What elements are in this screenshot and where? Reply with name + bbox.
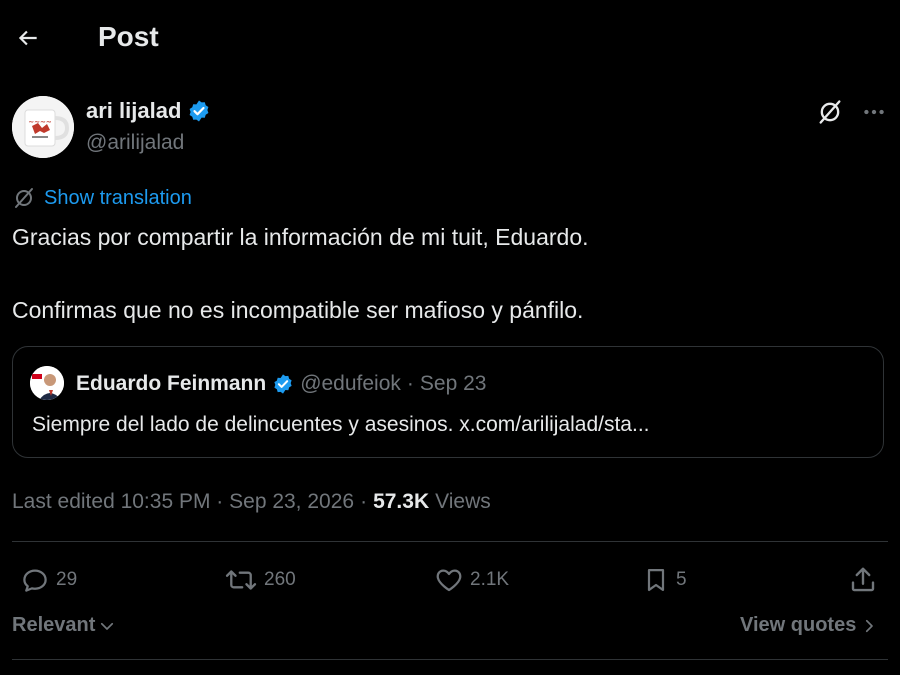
reply-button[interactable]: 29 (20, 562, 77, 598)
quoted-date: Sep 23 (419, 372, 487, 395)
post-text-line: Gracias por compartir la información de … (12, 224, 589, 250)
quoted-author-avatar[interactable] (30, 366, 64, 400)
divider (12, 659, 888, 660)
views-label: Views (435, 490, 491, 513)
divider (12, 541, 888, 542)
sort-label: Relevant (12, 614, 96, 636)
post-meta: Last edited 10:35 PM · Sep 23, 2026 · 57… (12, 487, 491, 517)
chevron-right-icon (866, 619, 874, 632)
person-avatar-image (30, 366, 64, 400)
arrow-left-icon (18, 30, 37, 46)
verified-badge-icon (274, 374, 292, 394)
grok-button[interactable] (814, 96, 846, 128)
mug-avatar-image: ~~~~ (12, 96, 74, 158)
view-quotes-label: View quotes (740, 614, 857, 636)
chevron-down-icon (101, 622, 114, 630)
author-handle[interactable]: @arilijalad (86, 130, 184, 156)
quoted-separator: · (406, 372, 414, 395)
quoted-post-card[interactable] (12, 346, 884, 458)
like-button[interactable]: 2.1K (434, 562, 509, 598)
quoted-author-handle: @edufeiok (300, 372, 401, 395)
share-button[interactable] (848, 562, 878, 598)
repost-count: 260 (264, 569, 296, 590)
edited-timestamp[interactable]: Last edited 10:35 PM · Sep 23, 2026 (12, 487, 354, 517)
more-dots-icon (864, 109, 884, 115)
like-count: 2.1K (470, 569, 510, 590)
page-title: Post (98, 21, 159, 52)
show-translation-label[interactable]: Show translation (44, 186, 192, 210)
view-quotes-link[interactable]: View quotes (740, 614, 876, 637)
back-button[interactable] (10, 20, 46, 56)
reply-count: 29 (56, 569, 78, 590)
bookmark-button[interactable]: 5 (642, 562, 687, 598)
sort-replies-dropdown[interactable]: Relevant (12, 614, 116, 637)
meta-separator: · (360, 490, 368, 513)
author-name-row: ari lijalad (86, 97, 211, 125)
post-text-line: Confirmas que no es incompatible ser maf… (12, 297, 584, 323)
share-icon (851, 567, 875, 592)
repost-button[interactable]: 260 (224, 562, 296, 598)
author-avatar[interactable]: ~~~~ (12, 96, 74, 158)
heart-icon (436, 569, 462, 592)
repost-icon (225, 570, 257, 590)
show-translation-link[interactable]: Show translation (12, 186, 192, 210)
bookmark-count: 5 (676, 569, 687, 590)
quoted-header: Eduardo Feinmann @edufeiok · Sep 23 (76, 370, 486, 398)
reply-icon (23, 569, 47, 592)
author-name[interactable]: ari lijalad (86, 97, 181, 125)
translate-icon (15, 188, 33, 208)
verified-badge-icon (189, 100, 209, 122)
more-options-button[interactable] (858, 96, 890, 128)
post-body: Gracias por compartir la información de … (12, 222, 882, 326)
bookmark-icon (647, 568, 665, 592)
quoted-author-name: Eduardo Feinmann (76, 372, 267, 395)
quoted-post-text: Siempre del lado de delincuentes y asesi… (32, 413, 650, 436)
views-count: 57.3K (373, 490, 430, 513)
grok-icon (819, 100, 841, 124)
svg-text:~~~~: ~~~~ (28, 118, 52, 126)
